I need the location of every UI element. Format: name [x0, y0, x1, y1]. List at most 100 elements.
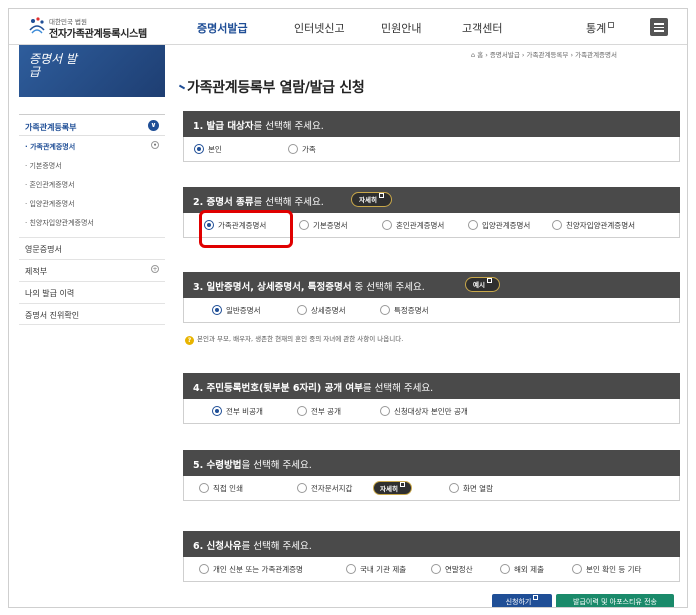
- radio-unchecked[interactable]: [199, 483, 209, 493]
- radio-unchecked[interactable]: [288, 144, 298, 154]
- radio-unchecked[interactable]: [297, 406, 307, 416]
- radio-general-certificate[interactable]: 일반증명서: [212, 305, 261, 316]
- apply-button[interactable]: 신청하기: [492, 594, 552, 607]
- radio-unchecked[interactable]: [500, 564, 510, 574]
- nav-civil-guide[interactable]: 민원안내: [381, 20, 421, 36]
- radio-detailed-certificate[interactable]: 상세증명서: [297, 305, 346, 316]
- radio-applicant-only-public[interactable]: 신청대상자 본인만 공개: [380, 406, 468, 417]
- section-header: 1. 발급 대상자를 선택해 주세요.: [183, 111, 680, 137]
- radio-full-adoption-certificate[interactable]: 친양자입양관계증명서: [552, 220, 635, 231]
- logo-title: 전자가족관계등록시스템: [49, 29, 147, 40]
- external-link-icon: [486, 278, 492, 283]
- nav-certificate-issue[interactable]: 증명서발급: [197, 20, 248, 36]
- nav-online-report[interactable]: 인터넷신고: [294, 20, 345, 36]
- top-header: 대한민국 법원 전자가족관계등록시스템 증명서발급 인터넷신고 민원안내 고객센…: [9, 9, 687, 45]
- radio-e-wallet[interactable]: 전자문서지갑: [297, 483, 352, 494]
- plus-icon[interactable]: +: [151, 265, 159, 273]
- radio-checked[interactable]: [194, 144, 204, 154]
- sidebar-item-issue-history[interactable]: 나의 발급 이력: [19, 281, 165, 303]
- radio-unchecked[interactable]: [380, 406, 390, 416]
- radio-unchecked[interactable]: [297, 305, 307, 315]
- hamburger-menu-icon[interactable]: [650, 18, 668, 36]
- radio-direct-print[interactable]: 직접 인쇄: [199, 483, 243, 494]
- section-receive-method: 5. 수령방법을 선택해 주세요. 직접 인쇄 전자문서지갑 자세히 화면 열람: [183, 450, 680, 501]
- circle-dot-icon: •: [151, 141, 159, 149]
- external-link-icon: [399, 482, 405, 487]
- radio-tax-settlement[interactable]: 연말정산: [431, 564, 473, 575]
- sidebar-item-label: · 입양관계증명서: [25, 200, 75, 208]
- radio-specific-certificate[interactable]: 특정증명서: [380, 305, 429, 316]
- radio-unchecked[interactable]: [468, 220, 478, 230]
- radio-adoption-certificate[interactable]: 입양관계증명서: [468, 220, 530, 231]
- radio-other[interactable]: 본인 확인 등 기타: [572, 564, 641, 575]
- radio-unchecked[interactable]: [380, 305, 390, 315]
- radio-checked[interactable]: [212, 406, 222, 416]
- breadcrumb[interactable]: ⌂ 홈 › 증명서발급 › 가족관계등록부 › 가족관계증명서: [471, 49, 617, 59]
- site-logo[interactable]: 대한민국 법원 전자가족관계등록시스템: [27, 14, 187, 42]
- radio-screen-view[interactable]: 화면 열람: [449, 483, 493, 494]
- radio-overseas-submit[interactable]: 해외 제출: [500, 564, 544, 575]
- radio-unchecked[interactable]: [431, 564, 441, 574]
- section-applicant: 1. 발급 대상자를 선택해 주세요. 본인 가족: [183, 111, 680, 162]
- radio-family[interactable]: 가족: [288, 144, 316, 155]
- info-note: ? 본인과 부모, 배우자, 생존한 현재의 혼인 중의 자녀에 관한 사항이 나…: [185, 333, 403, 345]
- details-button[interactable]: 자세히: [351, 192, 392, 207]
- radio-checked[interactable]: [212, 305, 222, 315]
- section-options: 개인 신분 또는 가족관계증명 국내 기관 제출 연말정산 해외 제출 본인 확…: [183, 557, 680, 582]
- section-id-disclosure: 4. 주민등록번호(뒷부분 6자리) 공개 여부를 선택해 주세요. 전부 비공…: [183, 373, 680, 424]
- sidebar-menu: 가족관계등록부 ∨ · 가족관계증명서 • · 기본증명서 · 혼인관계증명서 …: [19, 114, 165, 325]
- radio-unchecked[interactable]: [199, 564, 209, 574]
- sidebar-banner-title: 증명서 발급: [29, 52, 77, 79]
- sidebar-group-family-register[interactable]: 가족관계등록부 ∨: [19, 114, 165, 136]
- title-decoration: [178, 84, 186, 90]
- sidebar-item-adoption-certificate[interactable]: · 입양관계증명서: [19, 193, 165, 212]
- sidebar-item-label: 나의 발급 이력: [25, 289, 75, 298]
- sidebar-item-basic-certificate[interactable]: · 기본증명서: [19, 155, 165, 174]
- radio-basic-certificate[interactable]: 기본증명서: [299, 220, 348, 231]
- radio-unchecked[interactable]: [382, 220, 392, 230]
- radio-unchecked[interactable]: [346, 564, 356, 574]
- radio-domestic-submit[interactable]: 국내 기관 제출: [346, 564, 406, 575]
- radio-identity-proof[interactable]: 개인 신분 또는 가족관계증명: [199, 564, 303, 575]
- section-header: 3. 일반증명서, 상세증명서, 특정증명서 중 선택해 주세요. 예시: [183, 272, 680, 298]
- sidebar-item-family-certificate[interactable]: · 가족관계증명서 •: [19, 136, 165, 155]
- radio-unchecked[interactable]: [449, 483, 459, 493]
- sidebar-item-full-adoption-certificate[interactable]: · 친양자입양관계증명서: [19, 212, 165, 231]
- radio-unchecked[interactable]: [299, 220, 309, 230]
- sidebar-item-removed-register[interactable]: 제적부 +: [19, 259, 165, 281]
- details-button[interactable]: 자세히: [373, 481, 412, 495]
- radio-unchecked[interactable]: [297, 483, 307, 493]
- app-frame: 대한민국 법원 전자가족관계등록시스템 증명서발급 인터넷신고 민원안내 고객센…: [8, 8, 688, 608]
- section-certificate-detail: 3. 일반증명서, 상세증명서, 특정증명서 중 선택해 주세요. 예시 일반증…: [183, 272, 680, 323]
- sidebar-item-verify-certificate[interactable]: 증명서 진위확인: [19, 303, 165, 325]
- sidebar-item-label: · 가족관계증명서: [25, 143, 76, 151]
- sidebar-item-label: · 기본증명서: [25, 162, 62, 170]
- section-header: 5. 수령방법을 선택해 주세요.: [183, 450, 680, 476]
- radio-all-hidden[interactable]: 전부 비공개: [212, 406, 263, 417]
- radio-unchecked[interactable]: [552, 220, 562, 230]
- radio-marriage-certificate[interactable]: 혼인관계증명서: [382, 220, 444, 231]
- section-header: 6. 신청사유를 선택해 주세요.: [183, 531, 680, 557]
- section-options: 직접 인쇄 전자문서지갑 자세히 화면 열람: [183, 476, 680, 501]
- page-title: 가족관계등록부 열람/발급 신청: [187, 80, 365, 96]
- section-reason: 6. 신청사유를 선택해 주세요. 개인 신분 또는 가족관계증명 국내 기관 …: [183, 531, 680, 582]
- sidebar-item-label: · 혼인관계증명서: [25, 181, 75, 189]
- radio-all-public[interactable]: 전부 공개: [297, 406, 341, 417]
- sidebar-item-marriage-certificate[interactable]: · 혼인관계증명서: [19, 174, 165, 193]
- section-options: 일반증명서 상세증명서 특정증명서: [183, 298, 680, 323]
- radio-unchecked[interactable]: [572, 564, 582, 574]
- question-icon: ?: [185, 336, 194, 345]
- sidebar-item-label: 영문증명서: [25, 245, 62, 254]
- nav-statistics[interactable]: 통계: [586, 20, 615, 36]
- sidebar-item-english-certificate[interactable]: 영문증명서: [19, 237, 165, 259]
- section-options: 본인 가족: [183, 137, 680, 162]
- example-button[interactable]: 예시: [465, 277, 500, 292]
- external-link-icon: [608, 22, 615, 28]
- chevron-down-icon[interactable]: ∨: [148, 120, 159, 131]
- highlight-box: [199, 210, 293, 248]
- send-history-button[interactable]: 발급이력 및 아포스티유 전송: [556, 594, 674, 607]
- radio-self[interactable]: 본인: [194, 144, 222, 155]
- external-link-icon: [533, 595, 539, 600]
- nav-customer-center[interactable]: 고객센터: [462, 20, 502, 36]
- section-options: 전부 비공개 전부 공개 신청대상자 본인만 공개: [183, 399, 680, 424]
